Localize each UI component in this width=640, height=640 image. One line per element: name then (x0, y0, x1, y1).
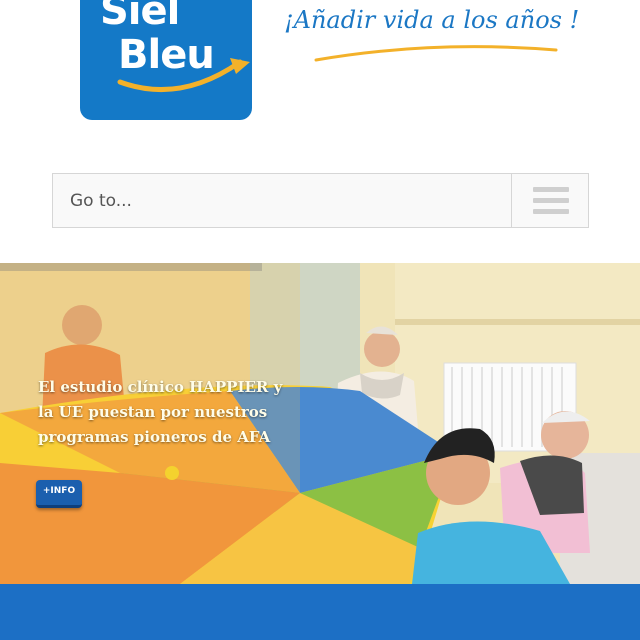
bottom-blue-bar (0, 584, 640, 640)
tagline-swoosh-graphic (314, 45, 558, 62)
site-tagline: ¡Añadir vida a los años ! (284, 6, 580, 34)
site-header: Siel Bleu ¡Añadir vida a los años ! (0, 0, 640, 172)
hero-caption: El estudio clínico HAPPIER y la UE puest… (38, 378, 283, 446)
hero-slide[interactable]: El estudio clínico HAPPIER y la UE puest… (0, 263, 640, 584)
logo-text-bleu: Bleu (118, 32, 215, 78)
logo-text-siel: Siel (100, 0, 180, 34)
more-info-button[interactable]: +INFO (36, 480, 82, 508)
hamburger-menu-icon[interactable] (533, 187, 569, 215)
goto-label: Go to... (70, 191, 132, 211)
select-divider (511, 174, 512, 227)
goto-navigation-select[interactable]: Go to... (52, 173, 589, 228)
siel-bleu-logo[interactable]: Siel Bleu (80, 0, 252, 120)
hero-top-bar (0, 263, 262, 271)
more-info-button-label: +INFO (42, 486, 76, 496)
